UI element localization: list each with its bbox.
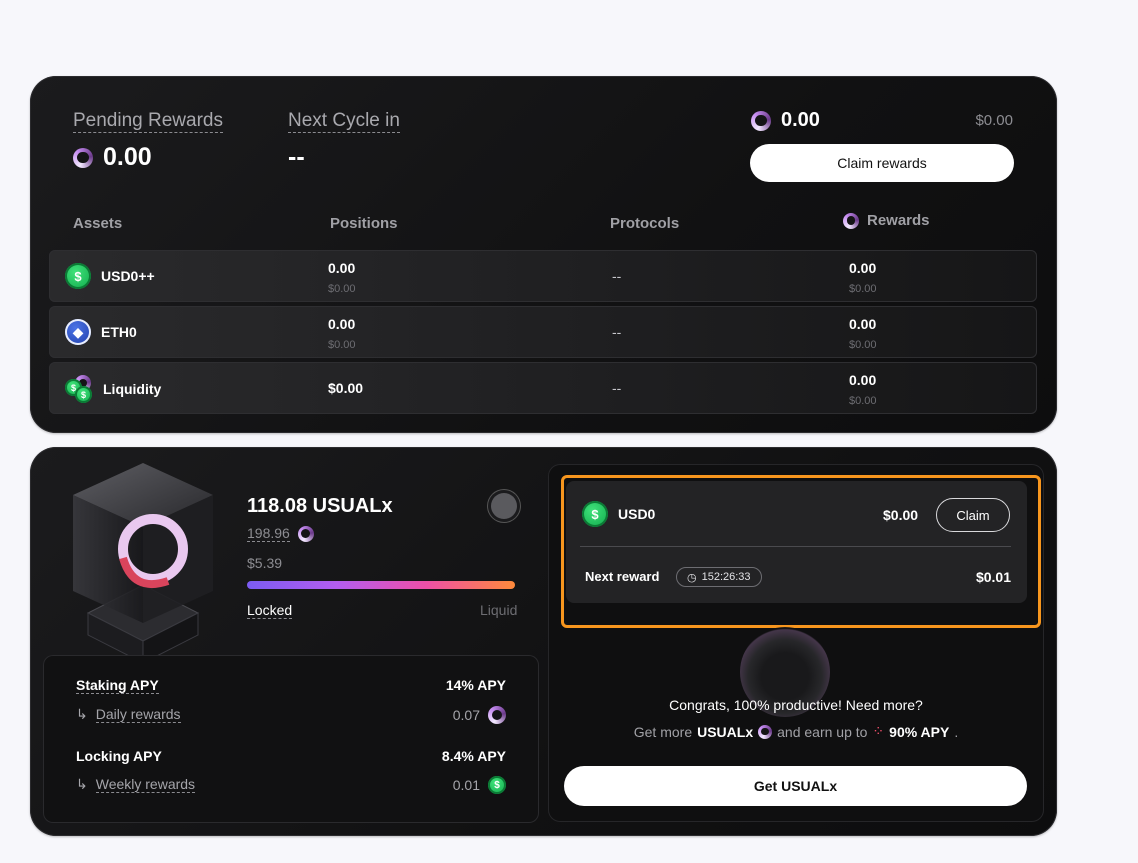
max-apy-value: 90% APY xyxy=(889,723,950,740)
asset-cell: $ $ Liquidity xyxy=(65,375,161,403)
highlight-frame xyxy=(561,475,1041,628)
usd-coin-icon: $ xyxy=(488,776,506,794)
pending-rewards-value: 0.00 xyxy=(73,143,152,172)
pending-rewards-label[interactable]: Pending Rewards xyxy=(73,110,223,133)
locked-label[interactable]: Locked xyxy=(247,602,293,619)
usd-value: $5.39 xyxy=(247,555,283,571)
column-header-protocols: Protocols xyxy=(610,215,680,232)
usual-token-icon xyxy=(751,110,771,131)
next-cycle-label[interactable]: Next Cycle in xyxy=(288,110,400,133)
column-header-rewards: Rewards xyxy=(843,212,930,229)
usual-token-icon xyxy=(73,147,93,168)
claimable-amount: 0.00 xyxy=(751,109,820,132)
reward-value: 0.00 xyxy=(849,372,877,388)
claimable-usd: $0.00 xyxy=(975,112,1013,129)
toggle-icon[interactable] xyxy=(491,493,517,519)
asset-cell: $ USD0++ xyxy=(65,263,155,289)
usual-token-icon xyxy=(758,724,773,739)
daily-rewards-row: ↳ Daily rewards xyxy=(76,706,181,723)
position-value: $0.00 xyxy=(328,380,364,396)
position-usd: $0.00 xyxy=(328,339,356,351)
earn-up-to-label: and earn up to xyxy=(777,723,868,740)
get-usualx-button[interactable]: Get USUALx xyxy=(564,766,1027,806)
daily-rewards-label[interactable]: Daily rewards xyxy=(95,706,181,723)
usd-coin-icon: $ xyxy=(65,263,91,289)
eth-coin-icon: ◆ xyxy=(65,319,91,345)
asset-name: USD0++ xyxy=(101,268,155,284)
liquid-label: Liquid xyxy=(480,602,518,618)
column-header-assets: Assets xyxy=(73,215,123,232)
reward-value: 0.00 xyxy=(849,316,877,332)
protocols-value: -- xyxy=(612,380,622,396)
get-more-label: Get more xyxy=(633,723,693,740)
reward-usd: $0.00 xyxy=(849,339,877,351)
daily-rewards-amount: 0.07 xyxy=(452,707,480,723)
usual-token-icon xyxy=(488,706,506,724)
staking-panel: 118.08 USUALx 198.96 $5.39 Locked Liquid… xyxy=(30,447,1057,836)
next-cycle-value: -- xyxy=(288,143,305,171)
table-row[interactable]: $ USD0++ 0.00 $0.00 -- 0.00 $0.00 xyxy=(49,250,1037,302)
position-usd: $0.00 xyxy=(328,283,356,295)
usual-token-icon xyxy=(843,212,859,229)
sparkle-icon: ⁘ xyxy=(872,723,885,739)
locking-apy-value: 8.4% APY xyxy=(441,748,506,764)
pending-rewards-amount: 0.00 xyxy=(103,143,152,171)
reward-value: 0.00 xyxy=(849,260,877,276)
column-header-positions: Positions xyxy=(330,215,398,232)
asset-cell: ◆ ETH0 xyxy=(65,319,137,345)
congrats-text: Congrats, 100% productive! Need more? xyxy=(669,697,923,713)
protocols-value: -- xyxy=(612,268,622,284)
staking-apy-value: 14% APY xyxy=(445,677,506,693)
apy-details-box: Staking APY 14% APY ↳ Daily rewards 0.07… xyxy=(43,655,539,823)
usualx-token-label: USUALx xyxy=(697,723,754,740)
staking-apy-label[interactable]: Staking APY xyxy=(76,677,159,694)
asset-name: Liquidity xyxy=(103,381,162,397)
weekly-rewards-label[interactable]: Weekly rewards xyxy=(95,776,196,793)
usual-sub-amount: 198.96 xyxy=(247,525,314,542)
get-more-text: Get more USUALx and earn up to ⁘ 90% APY… xyxy=(548,723,1044,740)
weekly-rewards-value: 0.01 $ xyxy=(453,776,506,794)
reward-usd: $0.00 xyxy=(849,395,877,407)
position-value: 0.00 xyxy=(328,316,356,332)
locking-apy-label: Locking APY xyxy=(76,748,162,764)
usual-sub-amount-value: 198.96 xyxy=(247,525,290,542)
asset-name: ETH0 xyxy=(101,324,137,340)
liquidity-icon: $ $ xyxy=(65,375,93,403)
position-value: 0.00 xyxy=(328,260,356,276)
sub-arrow-icon: ↳ xyxy=(76,706,88,722)
sub-arrow-icon: ↳ xyxy=(76,776,88,792)
weekly-rewards-amount: 0.01 xyxy=(452,777,480,793)
daily-rewards-value: 0.07 xyxy=(453,706,506,724)
protocols-value: -- xyxy=(612,324,622,340)
usualx-cube-illustration xyxy=(73,463,213,663)
locked-liquid-progress-bar xyxy=(247,581,515,589)
weekly-rewards-row: ↳ Weekly rewards xyxy=(76,776,196,793)
reward-usd: $0.00 xyxy=(849,283,877,295)
column-header-rewards-label: Rewards xyxy=(867,212,930,229)
sentence-period: . xyxy=(954,723,959,740)
usual-token-icon xyxy=(297,525,314,542)
claimable-amount-value: 0.00 xyxy=(781,109,820,131)
table-row[interactable]: ◆ ETH0 0.00 $0.00 -- 0.00 $0.00 xyxy=(49,306,1037,358)
rewards-summary-panel: Pending Rewards 0.00 Next Cycle in -- 0.… xyxy=(30,76,1057,433)
claim-rewards-button[interactable]: Claim rewards xyxy=(750,144,1014,182)
table-row[interactable]: $ $ Liquidity $0.00 -- 0.00 $0.00 xyxy=(49,362,1037,414)
staked-usualx-amount: 118.08 USUALx xyxy=(247,495,393,517)
